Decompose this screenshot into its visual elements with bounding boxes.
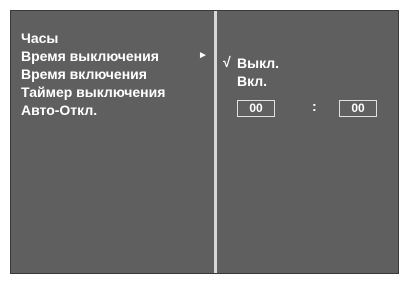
- menu-item-on-time[interactable]: Время включения: [21, 65, 211, 83]
- osd-menu-screen: Часы Время выключения ► Время включения …: [10, 10, 399, 274]
- menu-item-off-time[interactable]: Время выключения ►: [21, 47, 211, 65]
- option-off[interactable]: Выкл.: [223, 54, 279, 72]
- menu-item-label: Часы: [21, 30, 59, 46]
- check-mark-icon: √: [223, 54, 231, 70]
- menu-item-sleep-timer[interactable]: Таймер выключения: [21, 83, 211, 101]
- option-label: Вкл.: [237, 73, 268, 89]
- menu-item-label: Время выключения: [21, 48, 159, 64]
- time-setting: 00 : 00: [237, 98, 377, 118]
- option-label: Выкл.: [237, 55, 280, 71]
- option-on[interactable]: Вкл.: [223, 72, 279, 90]
- panel-divider: [214, 11, 217, 273]
- arrow-right-icon: ►: [198, 50, 208, 61]
- menu-item-label: Авто-Откл.: [21, 102, 98, 118]
- menu-item-auto-off[interactable]: Авто-Откл.: [21, 101, 211, 119]
- hours-field[interactable]: 00: [237, 100, 275, 117]
- menu-item-clock[interactable]: Часы: [21, 29, 211, 47]
- minutes-field[interactable]: 00: [339, 100, 377, 117]
- off-time-submenu: √ Выкл. Вкл.: [223, 54, 279, 90]
- time-separator: :: [312, 98, 317, 114]
- main-menu: Часы Время выключения ► Время включения …: [21, 29, 211, 119]
- menu-item-label: Таймер выключения: [21, 84, 166, 100]
- menu-item-label: Время включения: [21, 66, 147, 82]
